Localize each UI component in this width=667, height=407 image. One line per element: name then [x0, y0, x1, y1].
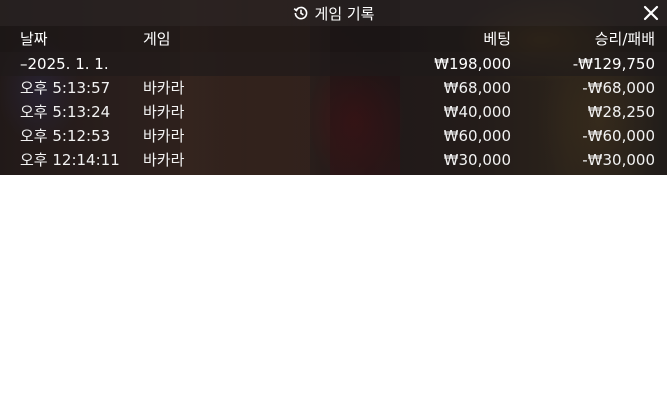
row-win-loss: -₩30,000	[582, 151, 655, 169]
close-icon[interactable]	[641, 3, 661, 23]
row-bet: ₩68,000	[443, 79, 511, 97]
row-win-loss: ₩28,250	[587, 103, 655, 121]
row-time: 오후 5:12:53	[20, 127, 111, 145]
row-time: 오후 5:13:57	[20, 79, 111, 97]
table-row[interactable]: 오후 5:12:53 바카라 ₩60,000 -₩60,000	[0, 124, 667, 148]
column-header-bet[interactable]: 베팅	[483, 26, 511, 52]
row-game: 바카라	[143, 127, 185, 145]
window-title: 게임 기록	[314, 4, 375, 23]
title-group: 게임 기록	[0, 0, 667, 26]
row-win-loss: -₩68,000	[582, 79, 655, 97]
table-header: 날짜 게임 베팅 승리/패배	[0, 26, 667, 52]
column-header-game[interactable]: 게임	[143, 26, 171, 52]
table-row[interactable]: 오후 5:13:24 바카라 ₩40,000 ₩28,250	[0, 100, 667, 124]
row-bet: ₩30,000	[443, 151, 511, 169]
summary-row[interactable]: –2025. 1. 1. ₩198,000 -₩129,750	[0, 52, 667, 76]
table-row[interactable]: 오후 5:13:57 바카라 ₩68,000 -₩68,000	[0, 76, 667, 100]
row-time: 오후 5:13:24	[20, 103, 111, 121]
row-game: 바카라	[143, 151, 185, 169]
column-header-date[interactable]: 날짜	[20, 26, 48, 52]
row-time: 오후 12:14:11	[20, 151, 120, 169]
table-row[interactable]: 오후 12:14:11 바카라 ₩30,000 -₩30,000	[0, 148, 667, 172]
summary-date: –2025. 1. 1.	[20, 55, 109, 73]
summary-win-loss: -₩129,750	[572, 55, 655, 73]
summary-bet: ₩198,000	[434, 55, 511, 73]
row-bet: ₩60,000	[443, 127, 511, 145]
game-history-panel: 게임 기록 날짜 게임 베팅 승리/패배 –2025. 1. 1. ₩198,0…	[0, 0, 667, 175]
row-bet: ₩40,000	[443, 103, 511, 121]
row-game: 바카라	[143, 79, 185, 97]
row-game: 바카라	[143, 103, 185, 121]
row-win-loss: -₩60,000	[582, 127, 655, 145]
column-header-win-loss[interactable]: 승리/패배	[595, 26, 655, 52]
history-icon	[293, 6, 307, 20]
